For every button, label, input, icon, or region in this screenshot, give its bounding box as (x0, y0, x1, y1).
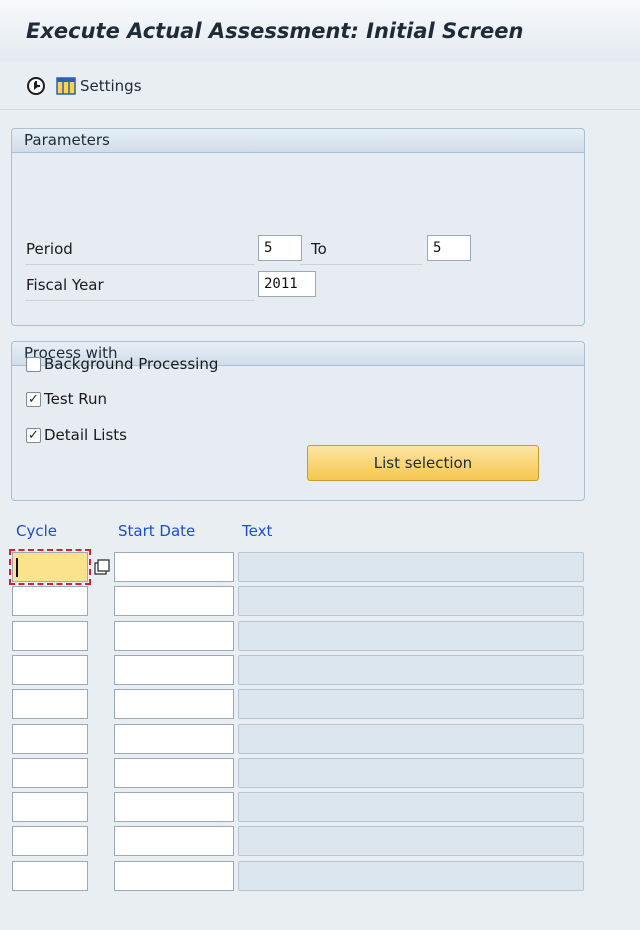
period-to-input[interactable]: 5 (427, 235, 471, 261)
value-help-icon (94, 559, 110, 575)
column-header-cycle[interactable]: Cycle (16, 522, 57, 540)
start-date-input[interactable] (114, 826, 234, 856)
cycle-input[interactable] (12, 792, 88, 822)
background-processing-label: Background Processing (44, 355, 219, 373)
start-date-input[interactable] (114, 552, 234, 582)
column-header-text[interactable]: Text (242, 522, 272, 540)
background-processing-box[interactable] (26, 356, 41, 372)
start-date-input[interactable] (114, 655, 234, 685)
cycle-input[interactable] (9, 549, 91, 585)
start-date-input[interactable] (114, 724, 234, 754)
start-date-input[interactable] (114, 621, 234, 651)
start-date-input[interactable] (114, 792, 234, 822)
parameters-group-title: Parameters (12, 129, 584, 153)
period-label: Period (26, 240, 73, 258)
text-output-field (238, 655, 584, 685)
text-output-field (238, 792, 584, 822)
text-output-field (238, 689, 584, 719)
execute-clock-icon (27, 76, 45, 95)
test-run-check-mark[interactable]: ✓ (26, 391, 41, 407)
title-bar: Execute Actual Assessment: Initial Scree… (0, 0, 640, 62)
start-date-input[interactable] (114, 689, 234, 719)
text-output-field (238, 586, 584, 616)
fiscal-year-label: Fiscal Year (26, 276, 104, 294)
to-label: To (311, 240, 327, 258)
text-output-field (238, 552, 584, 582)
cycle-input[interactable] (12, 861, 88, 891)
cycle-input[interactable] (12, 758, 88, 788)
background-processing-checkbox[interactable]: Background Processing (26, 355, 218, 373)
application-toolbar: Settings (0, 62, 640, 110)
text-output-field (238, 826, 584, 856)
cycle-input[interactable] (12, 621, 88, 651)
text-output-field (238, 621, 584, 651)
cycle-input[interactable] (12, 826, 88, 856)
period-from-input[interactable]: 5 (258, 235, 302, 261)
text-output-field (238, 758, 584, 788)
detail-lists-checkbox[interactable]: ✓ Detail Lists (26, 426, 127, 444)
text-cursor (16, 558, 18, 577)
cycle-input[interactable] (12, 655, 88, 685)
page-title: Execute Actual Assessment: Initial Scree… (26, 19, 524, 43)
list-selection-button[interactable]: List selection (307, 445, 539, 481)
cycle-input[interactable] (12, 689, 88, 719)
test-run-checkbox[interactable]: ✓ Test Run (26, 390, 107, 408)
execute-button[interactable] (26, 76, 46, 96)
layout-settings-icon (56, 76, 76, 95)
text-output-field (238, 861, 584, 891)
test-run-label: Test Run (44, 390, 108, 408)
column-header-start-date[interactable]: Start Date (118, 522, 195, 540)
start-date-input[interactable] (114, 758, 234, 788)
value-help-button[interactable] (92, 557, 112, 577)
settings-label: Settings (80, 76, 142, 95)
settings-button[interactable]: Settings (56, 76, 142, 96)
detail-lists-label: Detail Lists (44, 426, 127, 444)
start-date-input[interactable] (114, 586, 234, 616)
detail-lists-check-mark[interactable]: ✓ (26, 427, 41, 443)
text-output-field (238, 724, 584, 754)
cycle-input[interactable] (12, 724, 88, 754)
fiscal-year-input[interactable]: 2011 (258, 271, 316, 297)
cycle-input[interactable] (12, 586, 88, 616)
start-date-input[interactable] (114, 861, 234, 891)
